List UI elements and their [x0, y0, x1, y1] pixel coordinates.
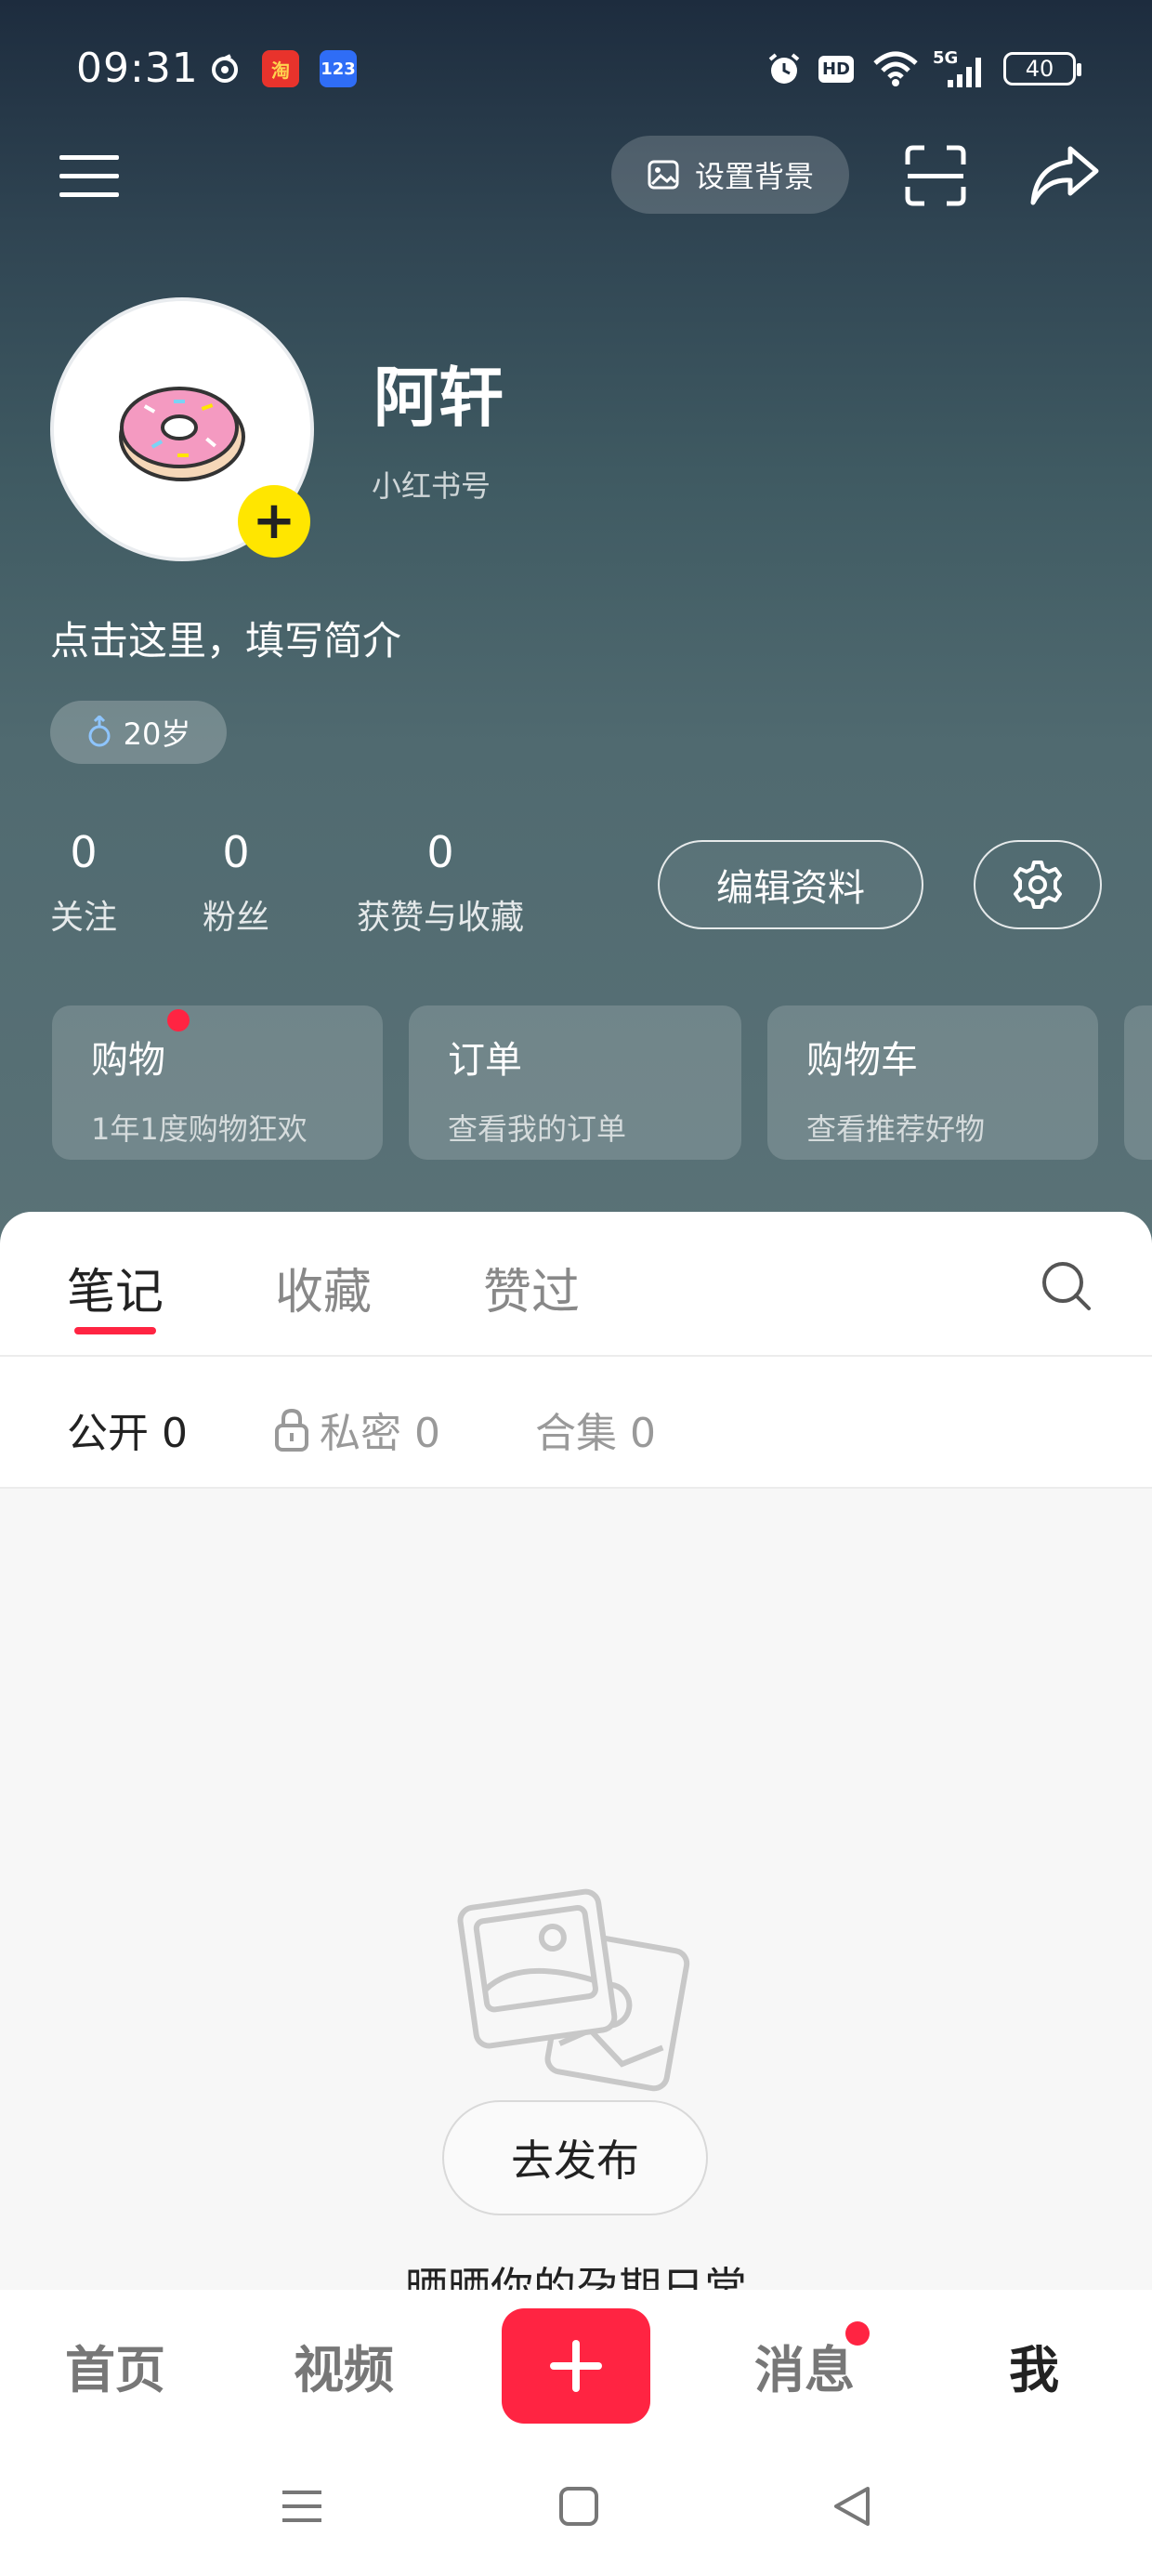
- wifi-icon: [870, 48, 922, 89]
- 123-app-icon: 123: [320, 50, 357, 87]
- messages-notification-dot: [845, 2321, 870, 2346]
- add-avatar-button[interactable]: +: [238, 485, 310, 558]
- filter-private-label: 私密 0: [320, 1410, 440, 1457]
- empty-photos-icon: [457, 1888, 690, 2092]
- status-time: 09:31: [76, 45, 199, 92]
- filter-private[interactable]: 私密 0: [273, 1400, 440, 1459]
- edit-profile-button[interactable]: 编辑资料: [658, 840, 923, 929]
- content-tabs: 笔记 收藏 赞过: [0, 1212, 1152, 1357]
- lock-icon: [275, 1408, 308, 1452]
- following-count: 0: [70, 827, 98, 877]
- filter-collections-label: 合集 0: [535, 1410, 656, 1457]
- stat-following[interactable]: 0 关注: [50, 827, 117, 939]
- active-tab-indicator: [74, 1327, 156, 1334]
- card-shopping-title: 购物: [91, 1039, 165, 1082]
- stat-followers[interactable]: 0 粉丝: [203, 827, 269, 939]
- age-label: 20岁: [123, 716, 191, 752]
- filter-public-label: 公开 0: [67, 1410, 188, 1457]
- set-background-label: 设置背景: [694, 159, 814, 194]
- alarm-icon: [764, 48, 805, 89]
- username: 阿轩: [373, 360, 504, 436]
- home-icon[interactable]: [557, 2485, 600, 2531]
- netease-music-icon: [206, 50, 243, 87]
- card-orders-subtitle: 查看我的订单: [448, 1111, 627, 1147]
- bottom-nav: 首页 视频 消息 我: [0, 2290, 1152, 2448]
- signal-5g-icon: 5G: [933, 48, 988, 89]
- system-navigation-bar: [0, 2448, 1152, 2576]
- hd-icon: HD: [816, 48, 857, 89]
- create-post-button[interactable]: [502, 2308, 650, 2424]
- tab-notes[interactable]: 笔记: [67, 1253, 164, 1322]
- share-icon[interactable]: [1028, 139, 1102, 210]
- content-sheet: 笔记 收藏 赞过 公开 0 私密 0 合集 0 晒晒你的孕期日常 去发布: [0, 1212, 1152, 2290]
- scan-icon[interactable]: [901, 141, 970, 210]
- following-label: 关注: [50, 899, 118, 937]
- empty-state-message: 晒晒你的孕期日常: [405, 2263, 747, 2290]
- status-bar: 09:31 淘 123 HD 5G 40: [0, 0, 1152, 139]
- settings-button[interactable]: [974, 840, 1102, 929]
- recent-apps-icon[interactable]: [281, 2485, 323, 2531]
- likes-count: 0: [426, 827, 454, 877]
- nav-home[interactable]: 首页: [65, 2329, 165, 2402]
- followers-count: 0: [222, 827, 250, 877]
- taobao-icon: 淘: [262, 50, 299, 87]
- age-tag[interactable]: 20岁: [50, 701, 227, 764]
- bio-prompt[interactable]: 点击这里，填写简介: [50, 610, 401, 666]
- card-more-partial[interactable]: [1124, 1005, 1152, 1160]
- back-icon[interactable]: [831, 2485, 873, 2531]
- battery-indicator: 40: [1003, 52, 1081, 85]
- followers-label: 粉丝: [203, 899, 270, 937]
- note-filters: 公开 0 私密 0 合集 0: [0, 1357, 1152, 1489]
- tab-liked[interactable]: 赞过: [483, 1253, 580, 1322]
- set-background-button[interactable]: 设置背景: [611, 136, 849, 214]
- gear-icon: [1014, 861, 1062, 909]
- publish-button[interactable]: 去发布: [442, 2100, 708, 2215]
- card-orders-title: 订单: [448, 1039, 522, 1082]
- card-shopping-subtitle: 1年1度购物狂欢: [91, 1111, 308, 1147]
- filter-collections[interactable]: 合集 0: [535, 1400, 656, 1459]
- likes-label: 获赞与收藏: [357, 899, 525, 937]
- plus-icon: [550, 2340, 602, 2392]
- card-shopping[interactable]: 购物 1年1度购物狂欢: [52, 1005, 383, 1160]
- stat-likes-collections[interactable]: 0 获赞与收藏: [357, 827, 524, 939]
- nav-messages[interactable]: 消息: [754, 2329, 855, 2402]
- tab-collections[interactable]: 收藏: [275, 1253, 372, 1322]
- user-id-label: 小红书号: [372, 468, 491, 504]
- card-cart-subtitle: 查看推荐好物: [806, 1111, 986, 1147]
- notification-dot: [167, 1009, 190, 1032]
- card-cart-title: 购物车: [806, 1039, 918, 1082]
- card-orders[interactable]: 订单 查看我的订单: [409, 1005, 741, 1160]
- card-cart[interactable]: 购物车 查看推荐好物: [767, 1005, 1098, 1160]
- menu-icon[interactable]: [56, 147, 123, 204]
- filter-public[interactable]: 公开 0: [67, 1400, 188, 1459]
- donut-avatar-icon: [119, 387, 245, 481]
- search-icon[interactable]: [1039, 1258, 1094, 1318]
- nav-me[interactable]: 我: [1009, 2329, 1059, 2402]
- image-icon: [648, 160, 679, 190]
- nav-video[interactable]: 视频: [294, 2329, 394, 2402]
- male-icon: [88, 716, 111, 747]
